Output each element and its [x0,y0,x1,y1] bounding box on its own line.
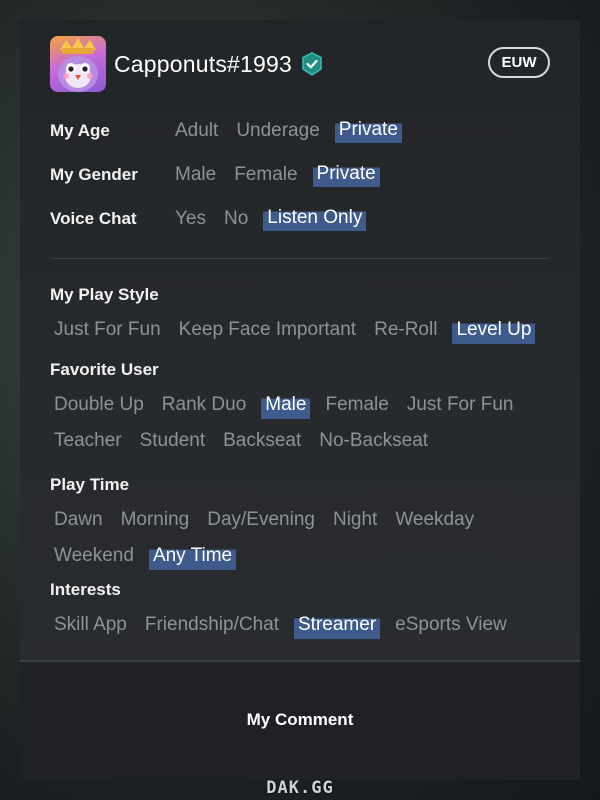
tag-teacher[interactable]: Teacher [51,429,125,465]
tag-level-up[interactable]: Level Up [452,318,536,354]
tag-list-play-style: Just For Fun Keep Face Important Re-Roll… [51,318,556,354]
section-divider [50,258,550,259]
tag-re-roll[interactable]: Re-Roll [371,318,440,354]
tag-weekend[interactable]: Weekend [51,544,137,580]
region-badge: EUW [488,47,550,78]
tag-skill-app[interactable]: Skill App [51,613,130,649]
profile-card: Capponuts#1993 EUW My Age Adult Underage… [20,20,580,780]
tag-male[interactable]: Male [261,393,311,429]
attr-row-voice-chat: Voice Chat Yes No Listen Only [50,205,378,233]
section-title-interests: Interests [50,580,121,599]
attr-row-gender: My Gender Male Female Private [50,161,392,189]
option-adult[interactable]: Adult [172,119,221,143]
tag-streamer[interactable]: Streamer [294,613,381,649]
comment-area: My Comment [20,660,580,780]
attr-label: Voice Chat [50,209,137,228]
tag-double-up[interactable]: Double Up [51,393,147,429]
tag-weekday[interactable]: Weekday [392,508,477,544]
tag-esports-view[interactable]: eSports View [392,613,510,649]
option-male[interactable]: Male [172,163,219,187]
option-underage[interactable]: Underage [233,119,322,143]
username: Capponuts#1993 [114,50,293,77]
penguin-avatar-icon [50,36,106,92]
attr-label: My Age [50,121,110,140]
attr-label: My Gender [50,165,138,184]
verified-shield-icon [302,52,322,76]
section-title-play-style: My Play Style [50,285,159,304]
tag-backseat[interactable]: Backseat [220,429,304,465]
tag-morning[interactable]: Morning [118,508,193,544]
option-yes[interactable]: Yes [172,207,209,231]
option-no[interactable]: No [221,207,251,231]
tag-list-play-time: Dawn Morning Day/Evening Night Weekday W… [51,508,556,580]
tag-friendship-chat[interactable]: Friendship/Chat [142,613,282,649]
tag-day-evening[interactable]: Day/Evening [204,508,318,544]
option-female[interactable]: Female [231,163,300,187]
tag-just-for-fun[interactable]: Just For Fun [51,318,164,354]
profile-header: Capponuts#1993 [50,36,324,92]
tag-night[interactable]: Night [330,508,380,544]
option-private[interactable]: Private [334,119,402,143]
tag-dawn[interactable]: Dawn [51,508,106,544]
comment-title: My Comment [246,710,354,729]
tag-rank-duo[interactable]: Rank Duo [159,393,250,429]
watermark-logo: DAK.GG [266,778,334,798]
attr-row-age: My Age Adult Underage Private [50,117,414,145]
tag-female[interactable]: Female [322,393,391,429]
tag-no-backseat[interactable]: No-Backseat [316,429,431,465]
tag-list-favorite-user: Double Up Rank Duo Male Female Just For … [51,393,556,465]
tag-any-time[interactable]: Any Time [148,544,237,580]
tag-keep-face-important[interactable]: Keep Face Important [176,318,359,354]
tag-student[interactable]: Student [137,429,209,465]
section-title-favorite-user: Favorite User [50,360,159,379]
section-title-play-time: Play Time [50,475,130,494]
option-private[interactable]: Private [312,163,380,187]
tag-just-for-fun[interactable]: Just For Fun [404,393,517,429]
tag-list-interests: Skill App Friendship/Chat Streamer eSpor… [51,613,556,649]
option-listen-only[interactable]: Listen Only [263,207,367,231]
